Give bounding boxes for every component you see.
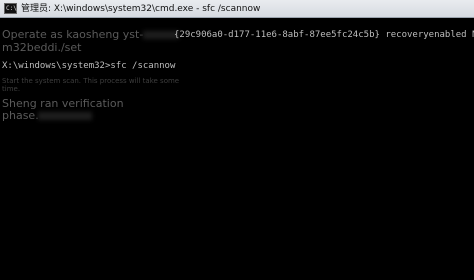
console-command-line: X:\windows\system32>sfc /scannow [2,60,175,72]
console-line-operate-2: m32beddi./set [2,41,82,54]
console-line-operate: Operate as kaosheng yst- [2,28,180,41]
cmd-icon-label: C:\ [6,5,17,12]
title-bar[interactable]: C:\ 管理员: X:\windows\system32\cmd.exe - s… [0,0,474,18]
redacted-block-2 [38,112,92,120]
console-line-verify-2: phase. [2,109,39,122]
console-line-scan-2: time. [2,85,21,93]
cmd-icon: C:\ [4,3,17,14]
verify-text: phase. [2,109,39,122]
console-line-guid: {29c906a0-d177-11e6-8abf-87ee5fc24c5b} r… [174,30,474,40]
operate-text: Operate as kaosheng yst- [2,28,144,41]
console-output[interactable]: Operate as kaosheng yst- {29c906a0-d177-… [0,19,474,280]
console-line-scan-1: Start the system scan. This process will… [2,77,180,85]
cmd-window: C:\ 管理员: X:\windows\system32\cmd.exe - s… [0,0,474,280]
command-text: X:\windows\system32>sfc /scannow [2,61,176,71]
window-title: 管理员: X:\windows\system32\cmd.exe - sfc /… [21,4,261,14]
